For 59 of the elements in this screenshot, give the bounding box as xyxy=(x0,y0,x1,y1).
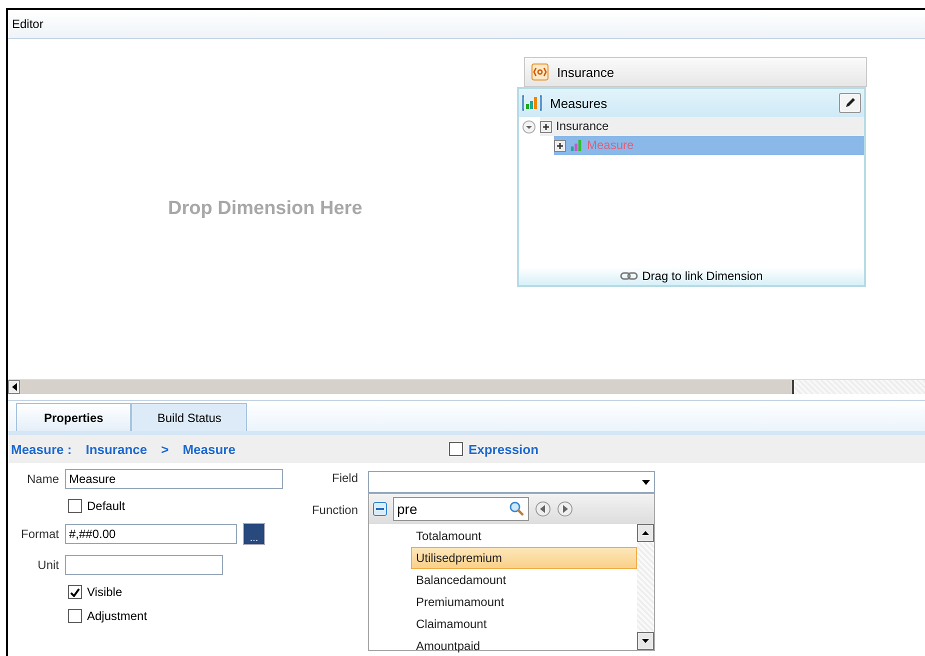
expression-label: Expression xyxy=(468,442,539,456)
editor-title: Editor xyxy=(12,17,44,31)
checkbox[interactable] xyxy=(449,442,464,456)
checkmark-icon xyxy=(70,588,80,596)
checkbox-label: Default xyxy=(87,499,126,513)
list-item[interactable]: Amountpaid xyxy=(411,635,637,656)
caret-icon xyxy=(642,480,650,484)
breadcrumb-item: > xyxy=(161,442,169,456)
scroll-left-button[interactable] xyxy=(8,380,20,394)
list-item[interactable]: Premiumamount xyxy=(411,591,637,613)
collapse-icon[interactable] xyxy=(522,120,536,134)
expand-icon[interactable] xyxy=(554,140,566,152)
pencil-icon xyxy=(844,97,856,109)
search-icon xyxy=(509,501,525,517)
tab[interactable]: Build Status xyxy=(131,403,248,431)
tree-item[interactable]: Insurance xyxy=(556,117,609,136)
up-arrow-icon xyxy=(642,531,649,535)
checkbox-label: Adjustment xyxy=(87,609,148,623)
collapse-icon[interactable] xyxy=(373,502,387,516)
previous-icon[interactable] xyxy=(535,501,551,517)
scroll-up-button[interactable] xyxy=(637,524,654,542)
field-label: Function xyxy=(310,503,358,517)
link-icon xyxy=(620,272,638,280)
scroll-down-button[interactable] xyxy=(637,632,654,650)
search-field[interactable]: pre xyxy=(393,497,529,521)
measures-icon xyxy=(522,94,542,112)
panel-title: Measures xyxy=(550,96,608,110)
drag-hint: Drag to link Dimension xyxy=(642,269,763,283)
left-arrow-icon xyxy=(12,383,16,391)
field-label: Format xyxy=(20,527,59,541)
query-file-icon xyxy=(531,63,549,81)
edit-button[interactable] xyxy=(839,93,861,113)
field-label: Field xyxy=(330,471,358,485)
checkbox[interactable] xyxy=(68,499,82,513)
expand-icon[interactable] xyxy=(540,120,552,132)
next-icon[interactable] xyxy=(557,501,573,517)
drop-hint: Drop Dimension Here xyxy=(168,198,362,220)
list-item[interactable]: Claimamount xyxy=(411,613,637,635)
field-label: Name xyxy=(26,472,59,486)
scroll-thumb[interactable] xyxy=(20,380,794,394)
field-dropdown[interactable] xyxy=(368,471,655,493)
checkbox-label: Visible xyxy=(87,585,122,599)
breadcrumb-item: Measure : xyxy=(11,442,72,456)
name-field[interactable]: Measure xyxy=(65,469,283,489)
down-arrow-icon xyxy=(642,639,649,643)
breadcrumb-item: Insurance xyxy=(86,442,148,456)
checkbox[interactable] xyxy=(68,609,82,623)
field-label: Unit xyxy=(36,558,59,572)
list-item[interactable]: Totalamount xyxy=(411,525,637,547)
breadcrumb-item: Measure xyxy=(182,442,236,456)
tab[interactable]: Properties xyxy=(16,403,132,431)
browse-button[interactable]: ... xyxy=(243,523,265,545)
list-item[interactable]: Utilisedpremium xyxy=(411,547,637,569)
bar-chart-icon xyxy=(570,139,583,152)
list-item[interactable]: Balancedamount xyxy=(411,569,637,591)
unit-field[interactable] xyxy=(65,555,223,575)
format-field[interactable]: #,##0.00 xyxy=(65,524,237,544)
checkbox[interactable] xyxy=(68,585,82,599)
cube-title: Insurance xyxy=(557,64,614,80)
